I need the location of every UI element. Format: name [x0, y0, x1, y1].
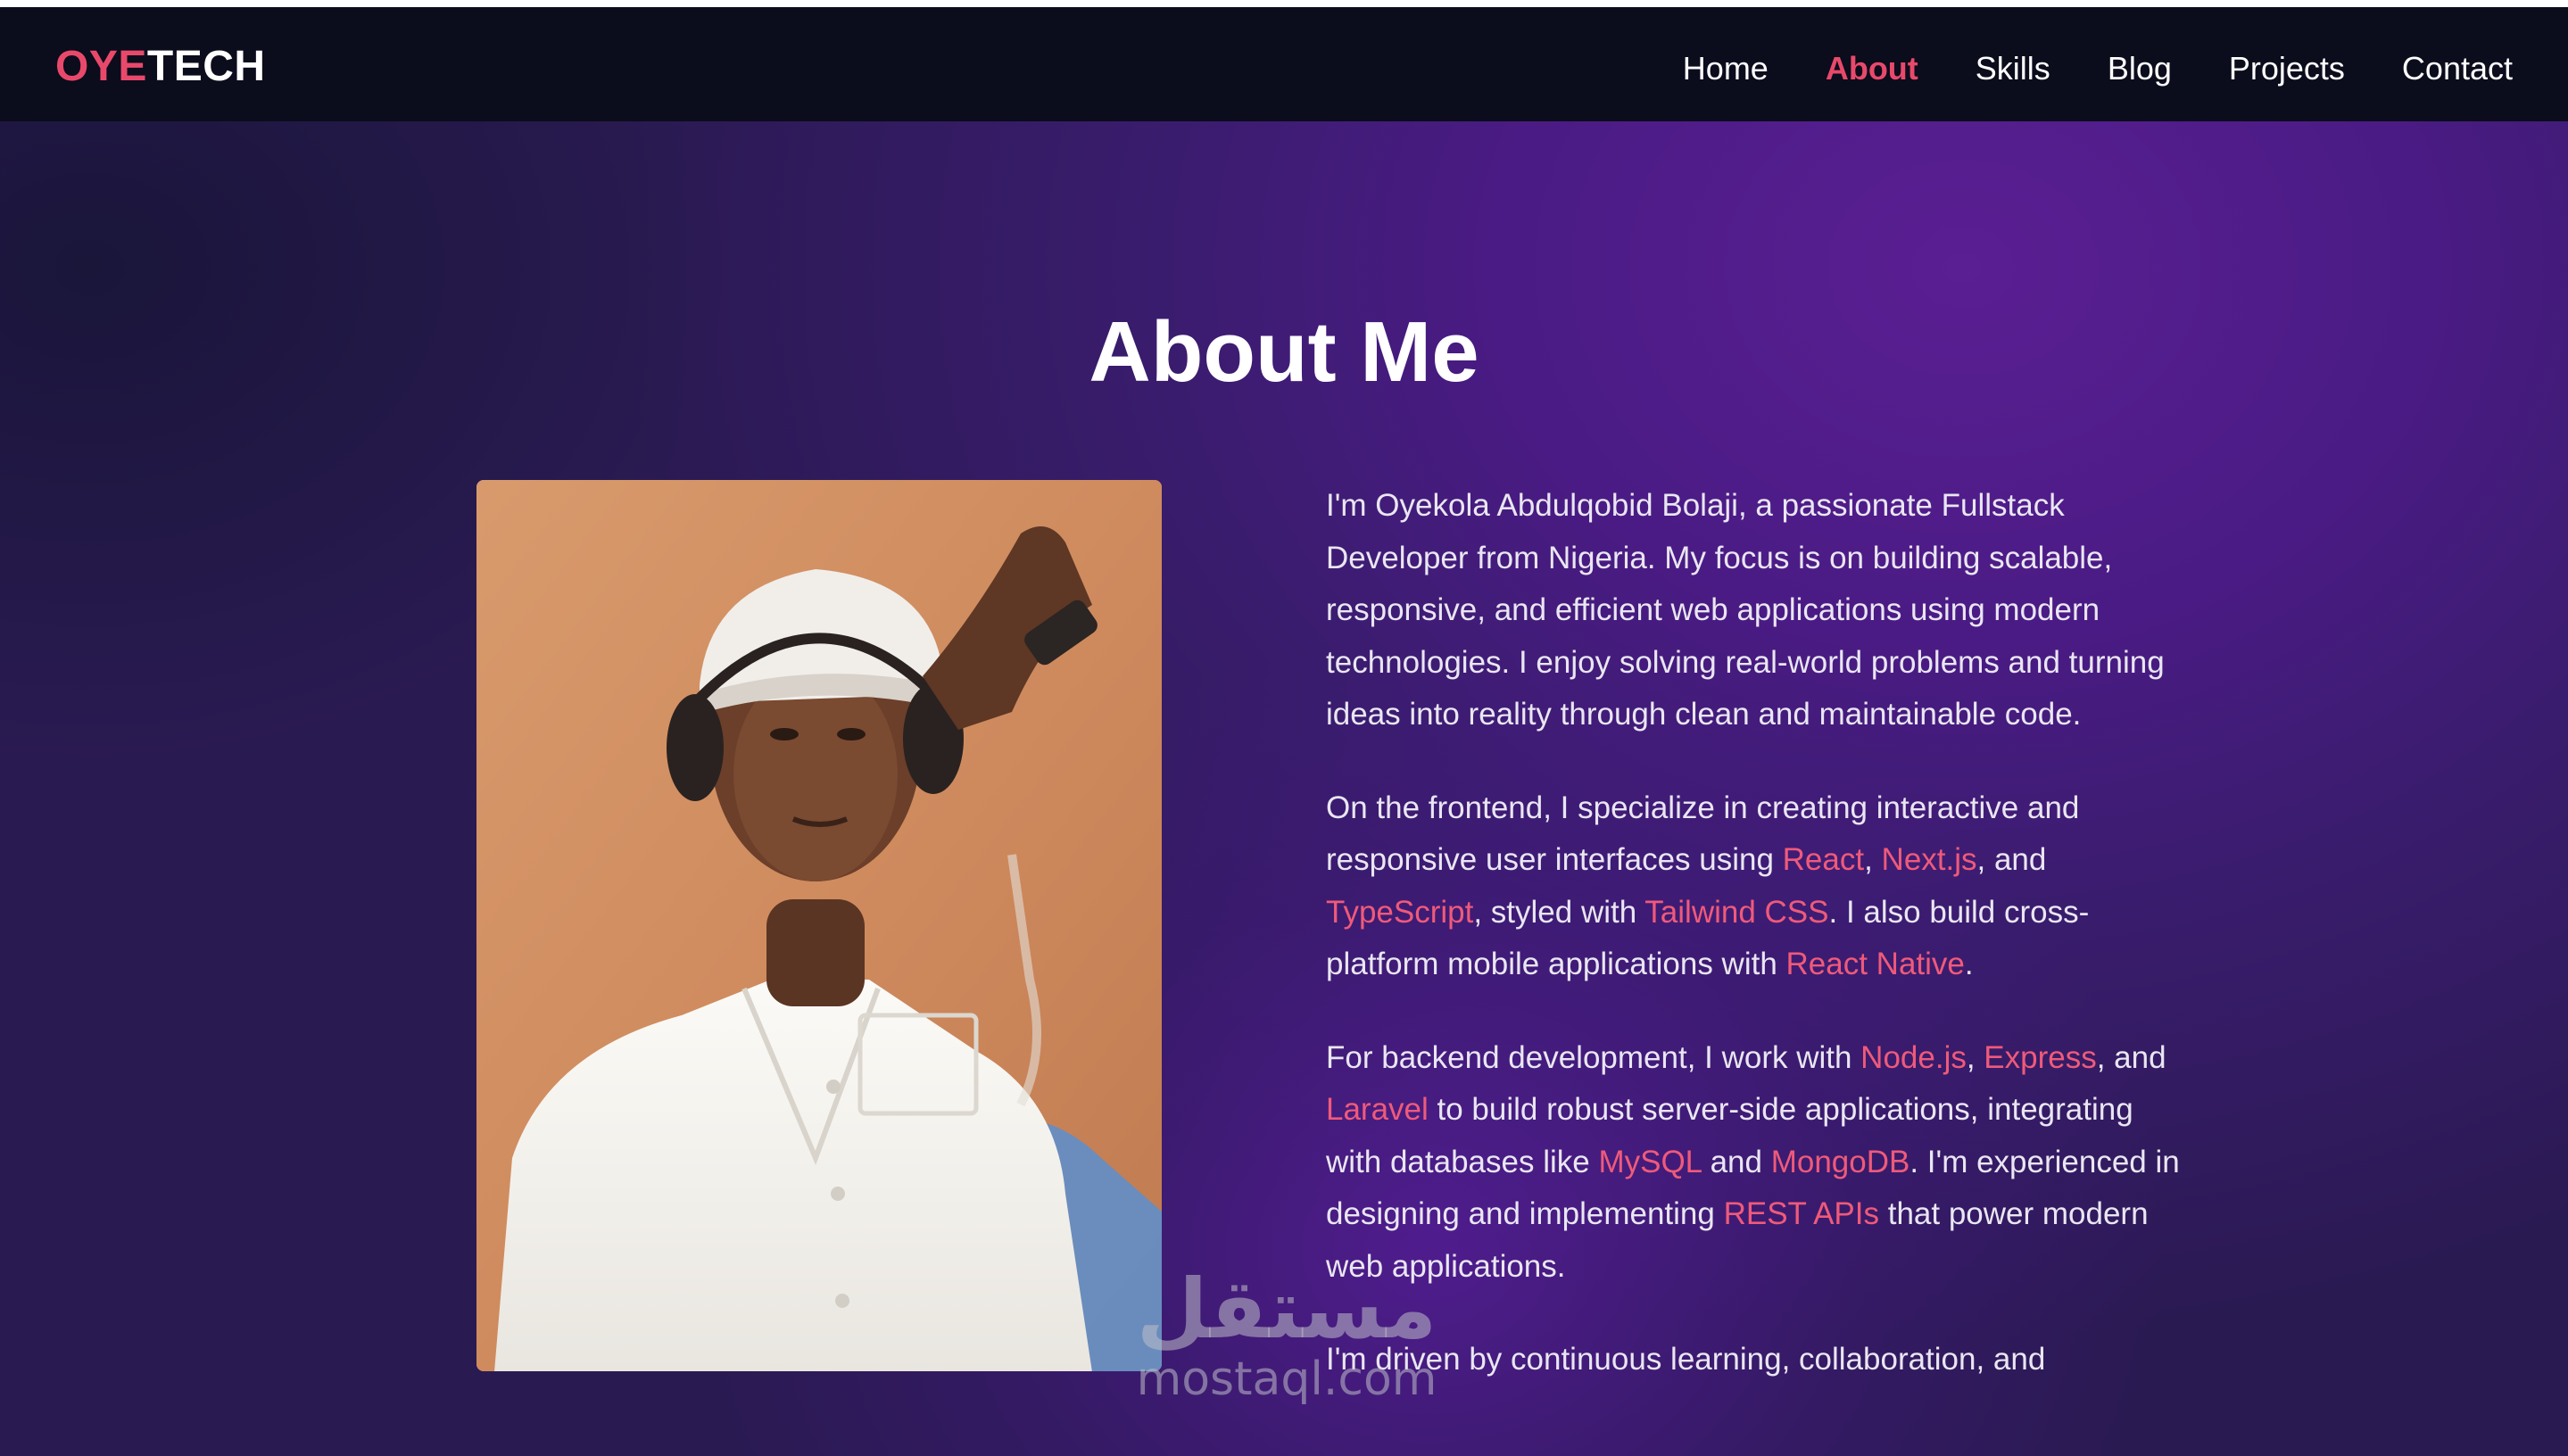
text-segment: .	[1964, 947, 1974, 981]
profile-photo-illustration	[476, 480, 1162, 1371]
nav-about[interactable]: About	[1826, 50, 1918, 87]
tech-laravel: Laravel	[1326, 1092, 1429, 1127]
main-nav: Home About Skills Blog Projects Contact	[1626, 50, 2513, 87]
nav-projects[interactable]: Projects	[2229, 50, 2345, 87]
page-title: About Me	[1089, 304, 1479, 400]
nav-contact[interactable]: Contact	[2402, 50, 2513, 87]
text-segment: For backend development, I work with	[1326, 1039, 1861, 1075]
logo-text: TECH	[146, 42, 266, 90]
tech-typescript: TypeScript	[1326, 894, 1474, 930]
tech-mysql: MySQL	[1598, 1144, 1702, 1179]
about-paragraph-intro: I'm Oyekola Abdulqobid Bolaji, a passion…	[1326, 488, 2165, 732]
nav-skills[interactable]: Skills	[1976, 50, 2050, 87]
tech-mongodb: MongoDB	[1770, 1144, 1910, 1179]
tech-express: Express	[1984, 1039, 2097, 1075]
about-paragraph-closing: I'm driven by continuous learning, colla…	[1326, 1342, 2046, 1377]
text-segment: , and	[2096, 1039, 2166, 1075]
text-segment: , and	[1976, 842, 2047, 877]
nav-blog[interactable]: Blog	[2108, 50, 2172, 87]
tech-nodejs: Node.js	[1860, 1039, 1967, 1075]
site-logo[interactable]: O YE TECH	[55, 41, 266, 91]
text-segment: and	[1701, 1144, 1771, 1179]
nav-home[interactable]: Home	[1683, 50, 1769, 87]
tech-react: React	[1782, 842, 1865, 877]
logo-accent-text: YE	[88, 42, 147, 90]
navbar: O YE TECH Home About Skills Blog Projects …	[0, 7, 2568, 121]
logo-letter-o: O	[55, 42, 89, 90]
tech-tailwind: Tailwind CSS	[1644, 894, 1829, 930]
tech-nextjs: Next.js	[1881, 842, 1977, 877]
text-segment: ,	[1864, 842, 1882, 877]
about-paragraph-frontend: On the frontend, I specialize in creatin…	[1326, 782, 2183, 991]
about-text: I'm Oyekola Abdulqobid Bolaji, a passion…	[1326, 480, 2183, 1427]
tech-react-native: React Native	[1785, 947, 1965, 981]
text-segment: , styled with	[1473, 894, 1645, 930]
profile-photo	[476, 480, 1162, 1371]
background-gradient	[0, 0, 2568, 1456]
about-paragraph-backend: For backend development, I work with Nod…	[1326, 1032, 2183, 1294]
browser-top-edge	[0, 0, 2568, 7]
tech-rest-apis: REST APIs	[1723, 1196, 1879, 1231]
text-segment: ,	[1966, 1039, 1984, 1075]
